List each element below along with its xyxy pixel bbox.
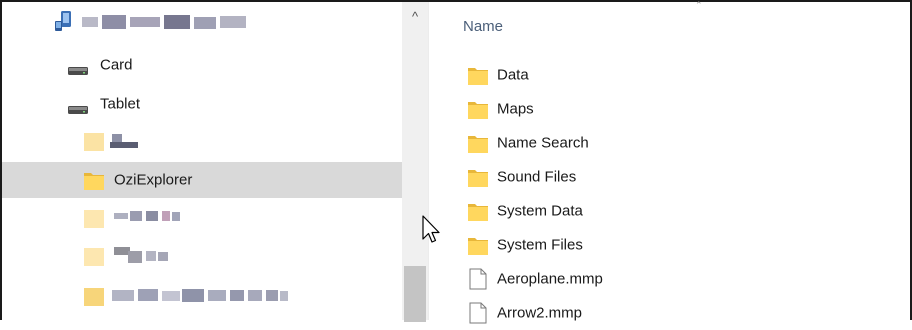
folder-icon (468, 102, 488, 119)
folder-icon (468, 204, 488, 221)
column-sort-indicator: ⌃ (695, 0, 703, 10)
nav-item-label: Card (100, 56, 133, 74)
folder-icon (468, 238, 488, 255)
folder-name: Data (497, 66, 529, 84)
redacted-label (110, 134, 140, 148)
redacted-label (114, 211, 180, 223)
folder-icon (84, 173, 104, 190)
nav-item-folder-redacted[interactable] (2, 238, 402, 274)
drive-icon (68, 106, 88, 114)
drive-icon (68, 67, 88, 75)
nav-item-label: OziExplorer (114, 171, 193, 189)
folder-row-system-data[interactable]: System Data (429, 194, 910, 228)
folder-icon (468, 170, 488, 187)
folder-name: System Data (497, 202, 583, 220)
folder-row-data[interactable]: Data (429, 58, 910, 92)
folder-row-system-files[interactable]: System Files (429, 228, 910, 262)
folder-name: Maps (497, 100, 534, 118)
nav-item-folder-redacted[interactable] (2, 124, 402, 160)
folder-icon (468, 136, 488, 153)
redacted-label (114, 247, 170, 263)
folder-icon (84, 210, 104, 228)
portable-device-icon (55, 11, 71, 31)
folder-icon (468, 68, 488, 85)
file-row-arrow2[interactable]: Arrow2.mmp (429, 296, 910, 330)
folder-row-sound-files[interactable]: Sound Files (429, 160, 910, 194)
navigation-pane: Card Tablet OziExplorer (2, 2, 402, 320)
file-name: Aeroplane.mmp (497, 270, 603, 288)
document-icon (469, 302, 487, 324)
nav-item-label: Tablet (100, 95, 141, 113)
nav-item-tablet[interactable]: Tablet (2, 86, 402, 122)
scroll-up-arrow[interactable]: ^ (402, 4, 428, 30)
nav-item-device[interactable] (2, 4, 402, 40)
device-name-label (82, 15, 246, 29)
file-list-pane: ⌃ Name Data Maps Name Search Sound Files (429, 0, 910, 324)
file-row-aeroplane[interactable]: Aeroplane.mmp (429, 262, 910, 296)
document-icon (469, 268, 487, 290)
folder-row-name-search[interactable]: Name Search (429, 126, 910, 160)
scrollbar-thumb[interactable] (404, 266, 426, 322)
folder-name: Sound Files (497, 168, 577, 186)
folder-name: Name Search (497, 134, 589, 152)
folder-icon (84, 288, 104, 306)
file-name: Arrow2.mmp (497, 304, 583, 322)
nav-item-folder-redacted[interactable] (2, 278, 402, 314)
folder-icon (84, 248, 104, 266)
nav-item-oziexplorer[interactable]: OziExplorer (2, 162, 402, 198)
folder-icon (84, 133, 104, 151)
folder-name: System Files (497, 236, 583, 254)
redacted-label (112, 289, 292, 303)
navigation-scrollbar[interactable]: ^ (402, 2, 428, 322)
column-header-name[interactable]: Name (463, 18, 503, 35)
nav-item-folder-redacted[interactable] (2, 200, 402, 236)
nav-item-card[interactable]: Card (2, 47, 402, 83)
folder-row-maps[interactable]: Maps (429, 92, 910, 126)
